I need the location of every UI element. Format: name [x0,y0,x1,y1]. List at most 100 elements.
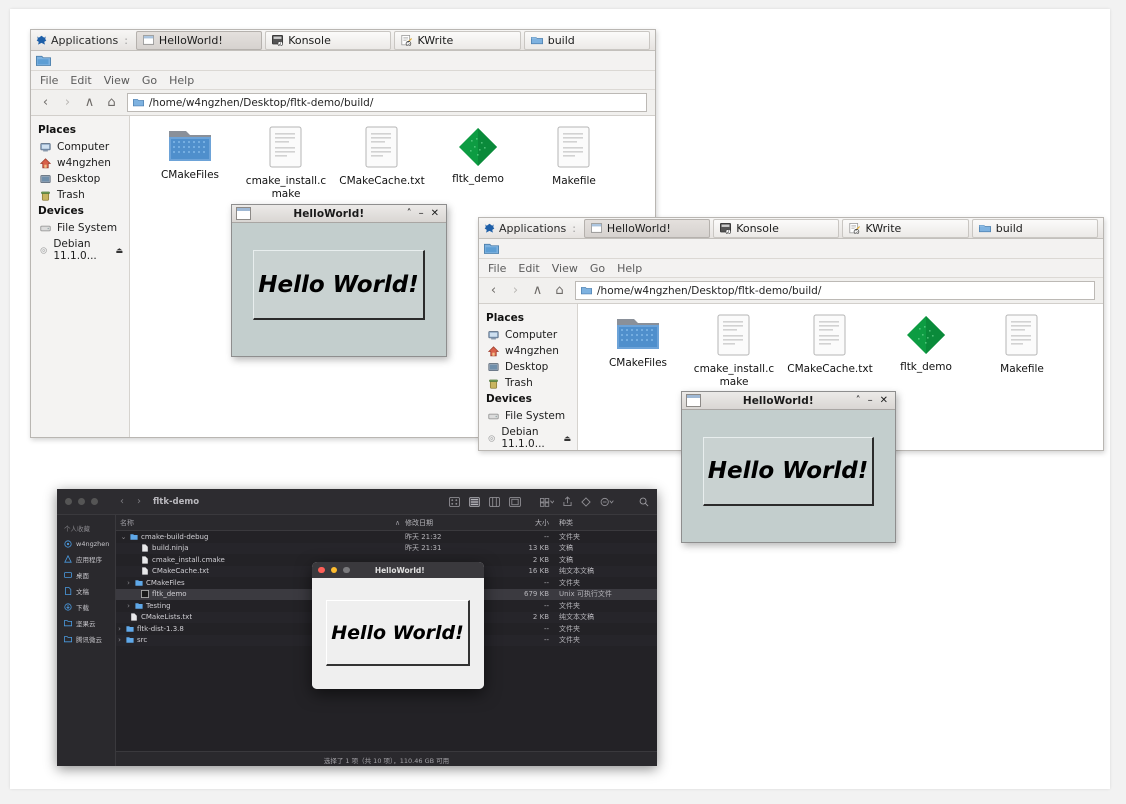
task-item-konsole-2[interactable]: 2 Konsole [713,219,839,238]
place-trash[interactable]: Trash [31,187,129,203]
mac-hello-window[interactable]: HelloWorld! Hello World! [312,562,484,689]
task-item-build-2[interactable]: build [972,219,1098,238]
forward-button[interactable]: › [61,96,74,109]
file-item-cmakefiles-2[interactable]: CMakeFiles [594,314,682,388]
search-icon[interactable] [639,497,649,507]
file-item-cmake-install-2[interactable]: cmake_install.cmake [690,314,778,388]
finder-forward-button[interactable]: › [137,496,141,507]
minimize-button[interactable]: – [868,396,873,406]
file-item-cmake-install[interactable]: cmake_install.cmake [242,126,330,200]
eject-icon[interactable]: ⏏ [115,246,123,255]
place-desktop-2[interactable]: Desktop [479,359,577,375]
shade-button[interactable]: ˄ [407,209,412,219]
file-item-cmakecache-2[interactable]: CMakeCache.txt [786,314,874,388]
home-button[interactable]: ⌂ [105,96,118,109]
file-item-makefile-2[interactable]: Makefile [978,314,1066,388]
twisty-icon[interactable]: › [125,602,132,610]
task-item-kwrite[interactable]: 5 KWrite [394,31,520,50]
sidebar-item-w4ngzhen[interactable]: w4ngzhen [57,537,115,551]
place-computer-2[interactable]: Computer [479,327,577,343]
share-icon[interactable] [563,496,572,507]
task-item-konsole[interactable]: 2 Konsole [265,31,391,50]
fltk-titlebar-2[interactable]: HelloWorld! ˄ – ✕ [682,392,895,410]
column-view-icon[interactable] [489,497,500,507]
place-w4ngzhen[interactable]: w4ngzhen [31,155,129,171]
tag-icon[interactable] [581,497,591,507]
column-header-date[interactable]: 修改日期 [405,518,481,528]
back-button[interactable]: ‹ [487,284,500,297]
menu-go[interactable]: Go [142,74,157,87]
file-item-fltk-demo-2[interactable]: fltk_demo [882,314,970,388]
minimize-button-dot[interactable] [78,498,85,505]
applications-menu-button[interactable]: Applications : [33,31,136,49]
folder-toolbar-icon[interactable] [484,242,499,255]
twisty-icon[interactable]: › [116,636,123,644]
task-item-build[interactable]: build [524,31,650,50]
back-button[interactable]: ‹ [39,96,52,109]
up-button[interactable]: ∧ [531,284,544,297]
menu-help[interactable]: Help [169,74,194,87]
device-file-system-2[interactable]: File System [479,408,577,424]
list-view-icon[interactable] [469,497,480,507]
mac-titlebar[interactable]: HelloWorld! [312,562,484,578]
folder-toolbar-icon[interactable] [36,54,51,67]
close-button[interactable]: ✕ [431,209,439,219]
minimize-button[interactable]: – [419,209,424,219]
sidebar-item-documents[interactable]: 文稿 [57,583,115,599]
file-item-fltk-demo[interactable]: fltk_demo [434,126,522,200]
place-w4ngzhen-2[interactable]: w4ngzhen [479,343,577,359]
menu-view[interactable]: View [104,74,130,87]
task-item-helloworld-2[interactable]: HelloWorld! [584,219,710,238]
table-row[interactable]: ⌄ cmake-build-debug 昨天 21:32 -- 文件夹 [116,531,657,543]
finder-traffic-lights[interactable] [65,498,98,505]
applications-menu-button-2[interactable]: Applications : [481,219,584,237]
shade-button[interactable]: ˄ [856,396,861,406]
action-icon[interactable] [600,497,614,507]
file-item-cmakefiles[interactable]: CMakeFiles [146,126,234,200]
twisty-icon[interactable]: › [116,625,123,633]
twisty-icon[interactable]: ⌄ [120,533,127,541]
sidebar-item-downloads[interactable]: 下载 [57,599,115,615]
file-item-cmakecache[interactable]: CMakeCache.txt [338,126,426,200]
maximize-button-dot[interactable] [91,498,98,505]
forward-button[interactable]: › [509,284,522,297]
sidebar-item-desktop[interactable]: 桌面 [57,567,115,583]
up-button[interactable]: ∧ [83,96,96,109]
fltk-titlebar-1[interactable]: HelloWorld! ˄ – ✕ [232,205,446,223]
close-button[interactable]: ✕ [880,396,888,406]
menu-view[interactable]: View [552,262,578,275]
twisty-icon[interactable]: › [125,579,132,587]
sidebar-item-nutstore[interactable]: 坚果云 [57,615,115,631]
menu-edit[interactable]: Edit [518,262,539,275]
fltk-hello-window-2[interactable]: HelloWorld! ˄ – ✕ Hello World! [681,391,896,543]
fltk-hello-window-1[interactable]: HelloWorld! ˄ – ✕ Hello World! [231,204,447,357]
sidebar-item-weiyun[interactable]: 腾讯微云 [57,631,115,647]
place-computer[interactable]: Computer [31,139,129,155]
file-item-makefile[interactable]: Makefile [530,126,618,200]
finder-back-button[interactable]: ‹ [120,496,124,507]
gallery-view-icon[interactable] [509,497,521,507]
column-header-size[interactable]: 大小 [481,518,559,528]
column-header-name[interactable]: 名称 [116,518,395,528]
place-trash-2[interactable]: Trash [479,375,577,391]
task-item-kwrite-2[interactable]: 5 KWrite [842,219,968,238]
icon-view-icon[interactable] [449,497,460,507]
column-header-kind[interactable]: 种类 [559,518,657,528]
menu-edit[interactable]: Edit [70,74,91,87]
home-button[interactable]: ⌂ [553,284,566,297]
task-item-helloworld[interactable]: HelloWorld! [136,31,262,50]
device-debian-2[interactable]: Debian 11.1.0... ⏏ [479,424,577,451]
group-by-icon[interactable] [540,497,554,507]
eject-icon[interactable]: ⏏ [563,434,571,443]
menu-file[interactable]: File [40,74,58,87]
path-input-2[interactable]: /home/w4ngzhen/Desktop/fltk-demo/build/ [575,281,1095,300]
menu-help[interactable]: Help [617,262,642,275]
close-button-dot[interactable] [65,498,72,505]
path-input[interactable]: /home/w4ngzhen/Desktop/fltk-demo/build/ [127,93,647,112]
device-file-system[interactable]: File System [31,220,129,236]
menu-go[interactable]: Go [590,262,605,275]
menu-file[interactable]: File [488,262,506,275]
device-debian[interactable]: Debian 11.1.0... ⏏ [31,236,129,264]
table-row[interactable]: build.ninja 昨天 21:31 13 KB 文稿 [116,543,657,555]
place-desktop[interactable]: Desktop [31,171,129,187]
